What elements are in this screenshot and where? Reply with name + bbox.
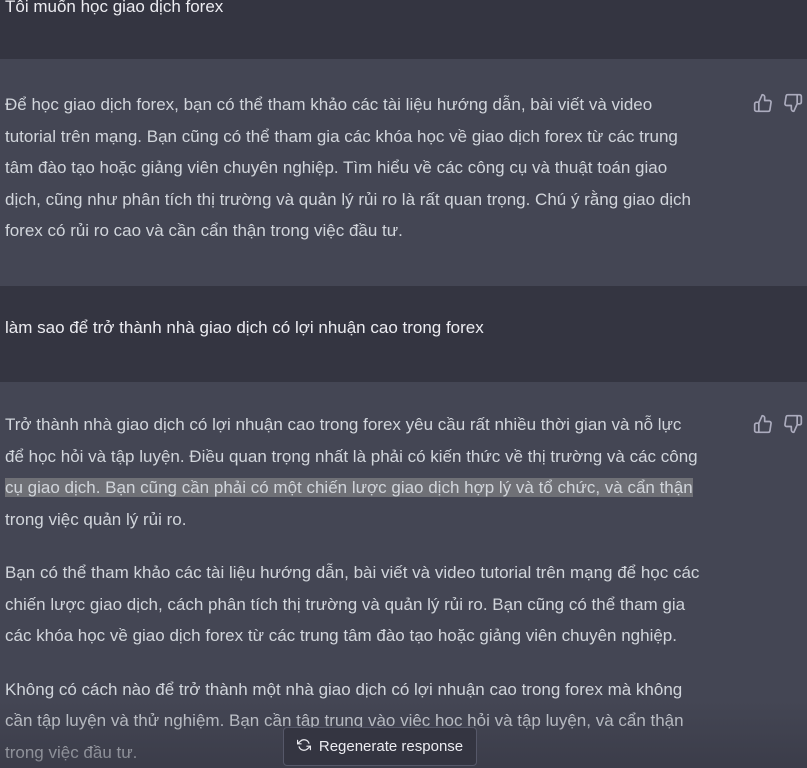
assistant-message-row: Để học giao dịch forex, bạn có thể tham … <box>0 59 807 286</box>
chat-thread: Tôi muốn học giao dịch forex Để học giao… <box>0 0 807 768</box>
text-line: Bạn có thể tham khảo các tài liệu hướng … <box>5 563 700 582</box>
feedback-controls <box>753 414 803 434</box>
regenerate-response-button[interactable]: Regenerate response <box>283 727 477 766</box>
assistant-message-row: Trở thành nhà giao dịch có lợi nhuận cao… <box>0 382 807 768</box>
user-message-text: làm sao để trở thành nhà giao dịch có lợ… <box>5 318 484 337</box>
text-line: các khóa học về giao dịch forex từ các t… <box>5 626 677 645</box>
user-message-row: làm sao để trở thành nhà giao dịch có lợ… <box>0 286 807 382</box>
text-line: tutorial trên mạng. Bạn cũng có thể tham… <box>5 126 678 146</box>
text-line: Không có cách nào để trở thành một nhà g… <box>5 679 683 699</box>
thumbs-up-icon[interactable] <box>753 93 773 113</box>
text-line: trong việc quản lý rủi ro. <box>5 509 187 529</box>
text-line: dịch, cũng như phân tích thị trường và q… <box>5 189 691 209</box>
refresh-icon <box>296 738 311 756</box>
text-line: forex có rủi ro cao và cần cẩn thận tron… <box>5 221 403 240</box>
text-selection-highlight: cụ giao dịch. Bạn cũng cần phải có một c… <box>5 478 693 497</box>
thumbs-down-icon[interactable] <box>783 414 803 434</box>
text-line: Để học giao dịch forex, bạn có thể tham … <box>5 95 653 114</box>
assistant-message-text: Trở thành nhà giao dịch có lợi nhuận cao… <box>5 409 745 768</box>
text-line: để học hỏi và tập luyện. Điều quan trọng… <box>5 446 698 466</box>
assistant-message-text: Để học giao dịch forex, bạn có thể tham … <box>5 89 745 247</box>
assistant-paragraph: Bạn có thể tham khảo các tài liệu hướng … <box>5 557 745 652</box>
text-line: Trở thành nhà giao dịch có lợi nhuận cao… <box>5 415 682 434</box>
user-message-row: Tôi muốn học giao dịch forex <box>0 0 807 59</box>
thumbs-down-icon[interactable] <box>783 93 803 113</box>
feedback-controls <box>753 93 803 113</box>
thumbs-up-icon[interactable] <box>753 414 773 434</box>
text-line: tâm đào tạo hoặc giảng viên chuyên nghiệ… <box>5 158 668 177</box>
text-line: chiến lược giao dịch, cách phân tích thị… <box>5 594 686 614</box>
regenerate-label: Regenerate response <box>318 738 464 755</box>
text-line: cụ giao dịch. Bạn cũng cần phải có một c… <box>5 472 745 504</box>
user-message-text: Tôi muốn học giao dịch forex <box>5 0 224 16</box>
assistant-paragraph: Để học giao dịch forex, bạn có thể tham … <box>5 89 745 247</box>
assistant-paragraph: Trở thành nhà giao dịch có lợi nhuận cao… <box>5 409 745 535</box>
